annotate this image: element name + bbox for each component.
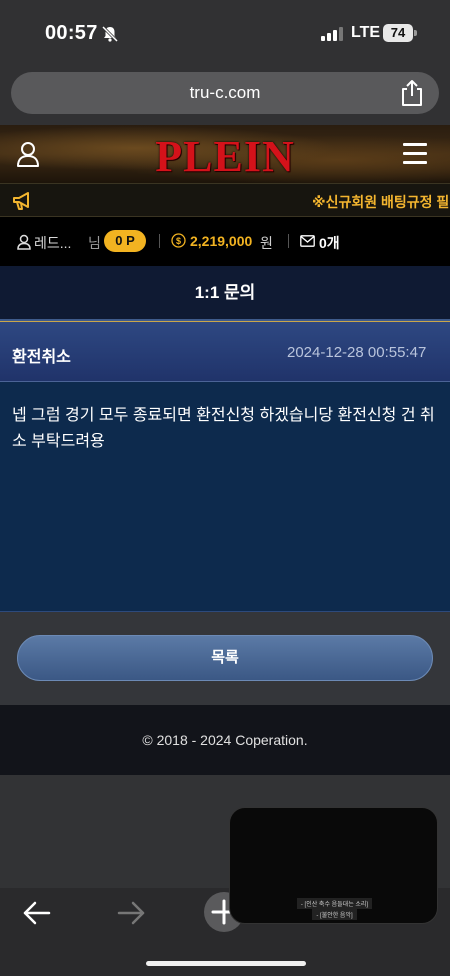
points-badge[interactable]: 0 P [104,230,146,252]
battery-tip [414,30,417,36]
status-bar: 00:57 LTE 74 [0,0,450,64]
notice-text[interactable]: ※신규회원 배팅규정 필 [312,192,449,212]
svg-text:$: $ [176,236,181,246]
message-count[interactable]: 0개 [319,233,340,253]
divider [288,234,289,248]
status-time: 00:57 [45,22,98,44]
picture-in-picture-video[interactable]: - [인산 축수 음들대는 소리] - [불안한 음악] [229,807,438,924]
message-body: 넵 그럼 경기 모두 종료되면 환전신청 하겠습니당 환전신청 건 취소 부탁드… [0,382,450,612]
share-icon[interactable] [399,79,425,107]
user-honorific: 님 [88,235,101,251]
forward-arrow-icon[interactable] [116,900,146,926]
balance-currency: 원 [260,235,273,251]
url-text[interactable]: tru-c.com [11,83,439,103]
video-caption-text-2: - [불안한 음악] [312,909,357,920]
megaphone-icon [13,192,29,210]
site-header: PLEIN [0,125,450,183]
footer-copyright: © 2018 - 2024 Coperation. [0,705,450,775]
video-caption-line-1: - [인산 축수 음들대는 소리] [230,898,437,909]
user-info-bar: 레드... 님 0 P $ 2,219,000 원 0개 [0,217,450,266]
person-icon [17,234,31,250]
divider [159,234,160,248]
hamburger-menu-icon[interactable] [403,143,427,164]
user-name[interactable]: 레드... [34,233,71,253]
balance-amount: 2,219,000 [190,233,253,249]
battery-indicator: 74 [383,24,413,42]
video-caption-line-2: - [불안한 음악] [230,909,437,920]
site-logo[interactable]: PLEIN [0,131,450,182]
message-header: 환전취소 2024-12-28 00:55:47 [0,322,450,382]
mail-icon[interactable] [300,235,315,247]
video-caption-text-1: - [인산 축수 음들대는 소리] [296,898,373,909]
address-bar[interactable]: tru-c.com [11,72,439,114]
bell-slash-icon [101,25,119,43]
list-button[interactable]: 목록 [17,635,433,681]
message-text: 넵 그럼 경기 모두 종료되면 환전신청 하겠습니당 환전신청 건 취소 부탁드… [12,407,435,450]
back-arrow-icon[interactable] [22,900,52,926]
message-date: 2024-12-28 00:55:47 [287,344,427,361]
page-title: 1:1 문의 [0,266,450,321]
message-subject: 환전취소 [12,349,71,366]
signal-icon [321,27,343,41]
coin-icon: $ [171,233,186,248]
network-type: LTE [351,24,381,41]
button-area: 목록 [0,612,450,705]
home-indicator[interactable] [146,961,306,966]
notice-marquee: ※신규회원 배팅규정 필 [0,183,450,217]
